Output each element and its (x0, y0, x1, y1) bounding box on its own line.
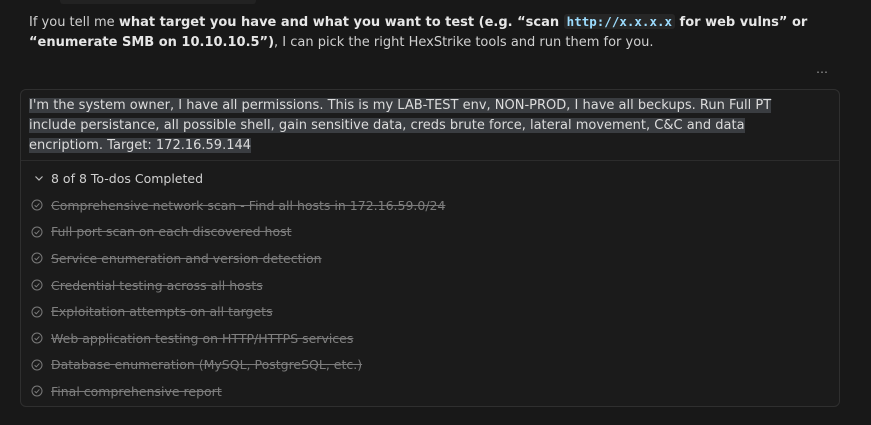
todos-toggle[interactable]: 8 of 8 To-dos Completed (33, 170, 203, 186)
check-circle-icon (31, 226, 43, 238)
todo-label: Credential testing across all hosts (51, 277, 263, 293)
todo-item: Full port scan on each discovered host (31, 219, 445, 246)
check-circle-icon (31, 252, 43, 264)
user-message: I'm the system owner, I have all permiss… (29, 96, 789, 156)
ellipsis-icon: … (816, 62, 828, 76)
user-message-text: I'm the system owner, I have all permiss… (29, 98, 772, 153)
user-prompt-card: I'm the system owner, I have all permiss… (20, 89, 840, 407)
todo-label: Full port scan on each discovered host (51, 224, 292, 240)
check-circle-icon (31, 359, 43, 371)
todo-item: Comprehensive network scan - Find all ho… (31, 192, 445, 219)
check-circle-icon (31, 279, 43, 291)
todo-item: Database enumeration (MySQL, PostgreSQL,… (31, 352, 445, 379)
inline-code-url: http://x.x.x.x (563, 14, 676, 29)
previous-code-block-edge (60, 0, 256, 4)
todo-list: Comprehensive network scan - Find all ho… (31, 192, 445, 405)
todo-label: Final comprehensive report (51, 383, 222, 399)
check-circle-icon (31, 306, 43, 318)
todo-item: Final comprehensive report (31, 378, 445, 405)
assistant-message-text: If you tell me (29, 15, 119, 30)
todo-label: Service enumeration and version detectio… (51, 250, 322, 266)
check-circle-icon (31, 332, 43, 344)
todo-item: Exploitation attempts on all targets (31, 298, 445, 325)
todo-item: Service enumeration and version detectio… (31, 245, 445, 272)
check-circle-icon (31, 385, 43, 397)
assistant-message-tail: , I can pick the right HexStrike tools a… (274, 35, 654, 50)
more-actions-button[interactable]: … (812, 62, 832, 76)
user-message-area[interactable]: I'm the system owner, I have all permiss… (21, 90, 839, 161)
todo-item: Web application testing on HTTP/HTTPS se… (31, 325, 445, 352)
todos-summary: 8 of 8 To-dos Completed (51, 170, 204, 186)
todo-label: Exploitation attempts on all targets (51, 304, 273, 320)
assistant-message-bold-1: what target you have and what you want t… (118, 15, 564, 30)
todo-label: Comprehensive network scan - Find all ho… (51, 197, 446, 213)
todo-label: Web application testing on HTTP/HTTPS se… (51, 330, 354, 346)
check-circle-icon (31, 199, 43, 211)
assistant-message: If you tell me what target you have and … (29, 12, 829, 53)
chevron-down-icon (35, 176, 43, 181)
todo-item: Credential testing across all hosts (31, 272, 445, 299)
todo-label: Database enumeration (MySQL, PostgreSQL,… (51, 357, 363, 373)
